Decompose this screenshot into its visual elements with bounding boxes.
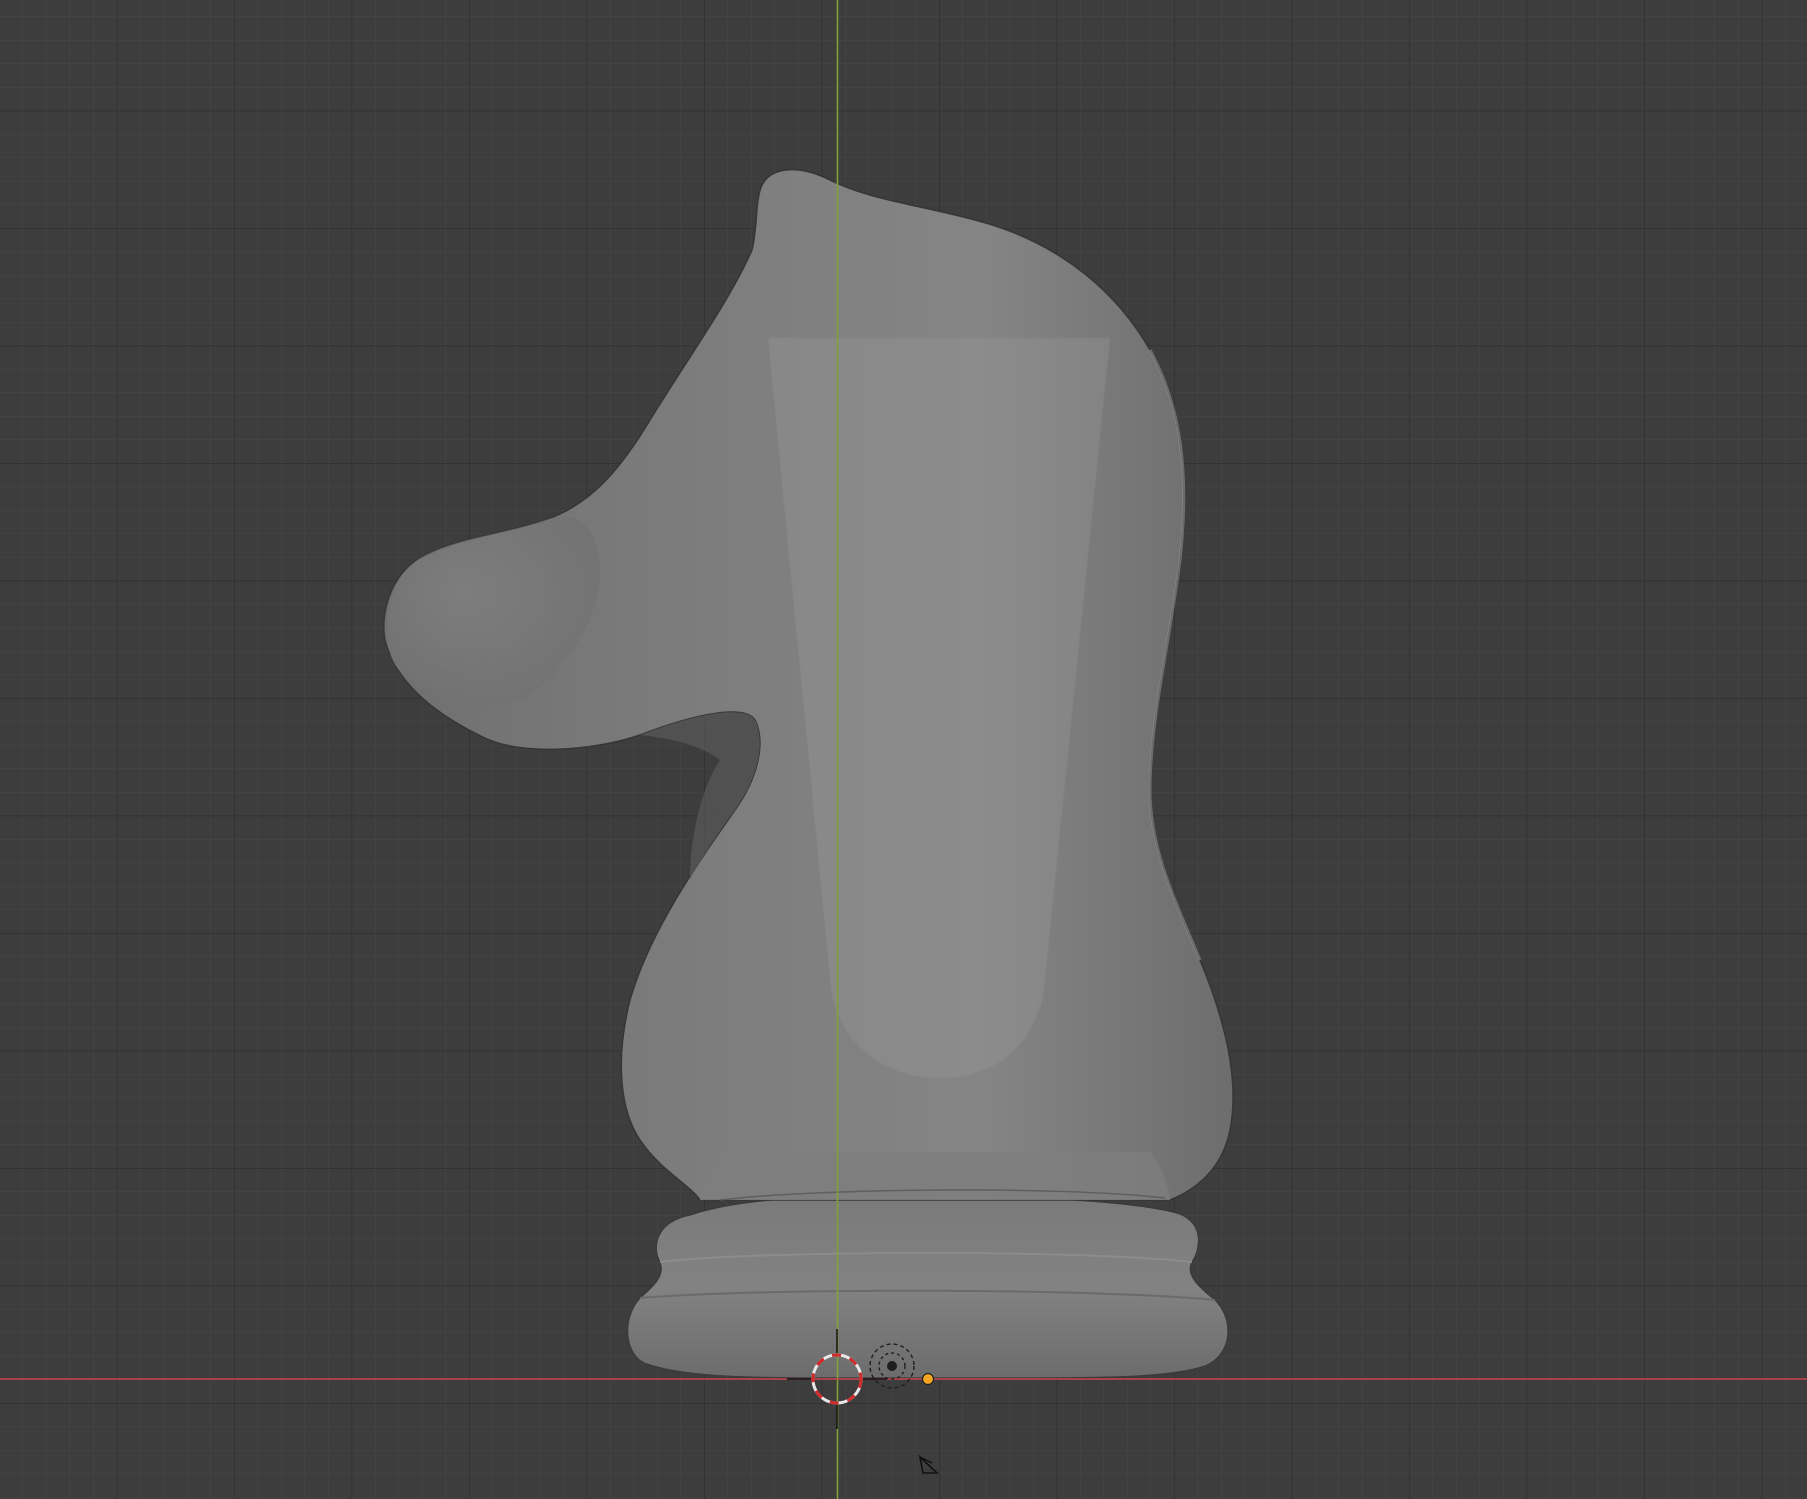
object-origin-marker[interactable] [921, 1372, 935, 1386]
viewport-canvas[interactable] [0, 0, 1807, 1499]
3d-viewport[interactable] [0, 0, 1807, 1499]
knight-base [627, 1197, 1229, 1379]
